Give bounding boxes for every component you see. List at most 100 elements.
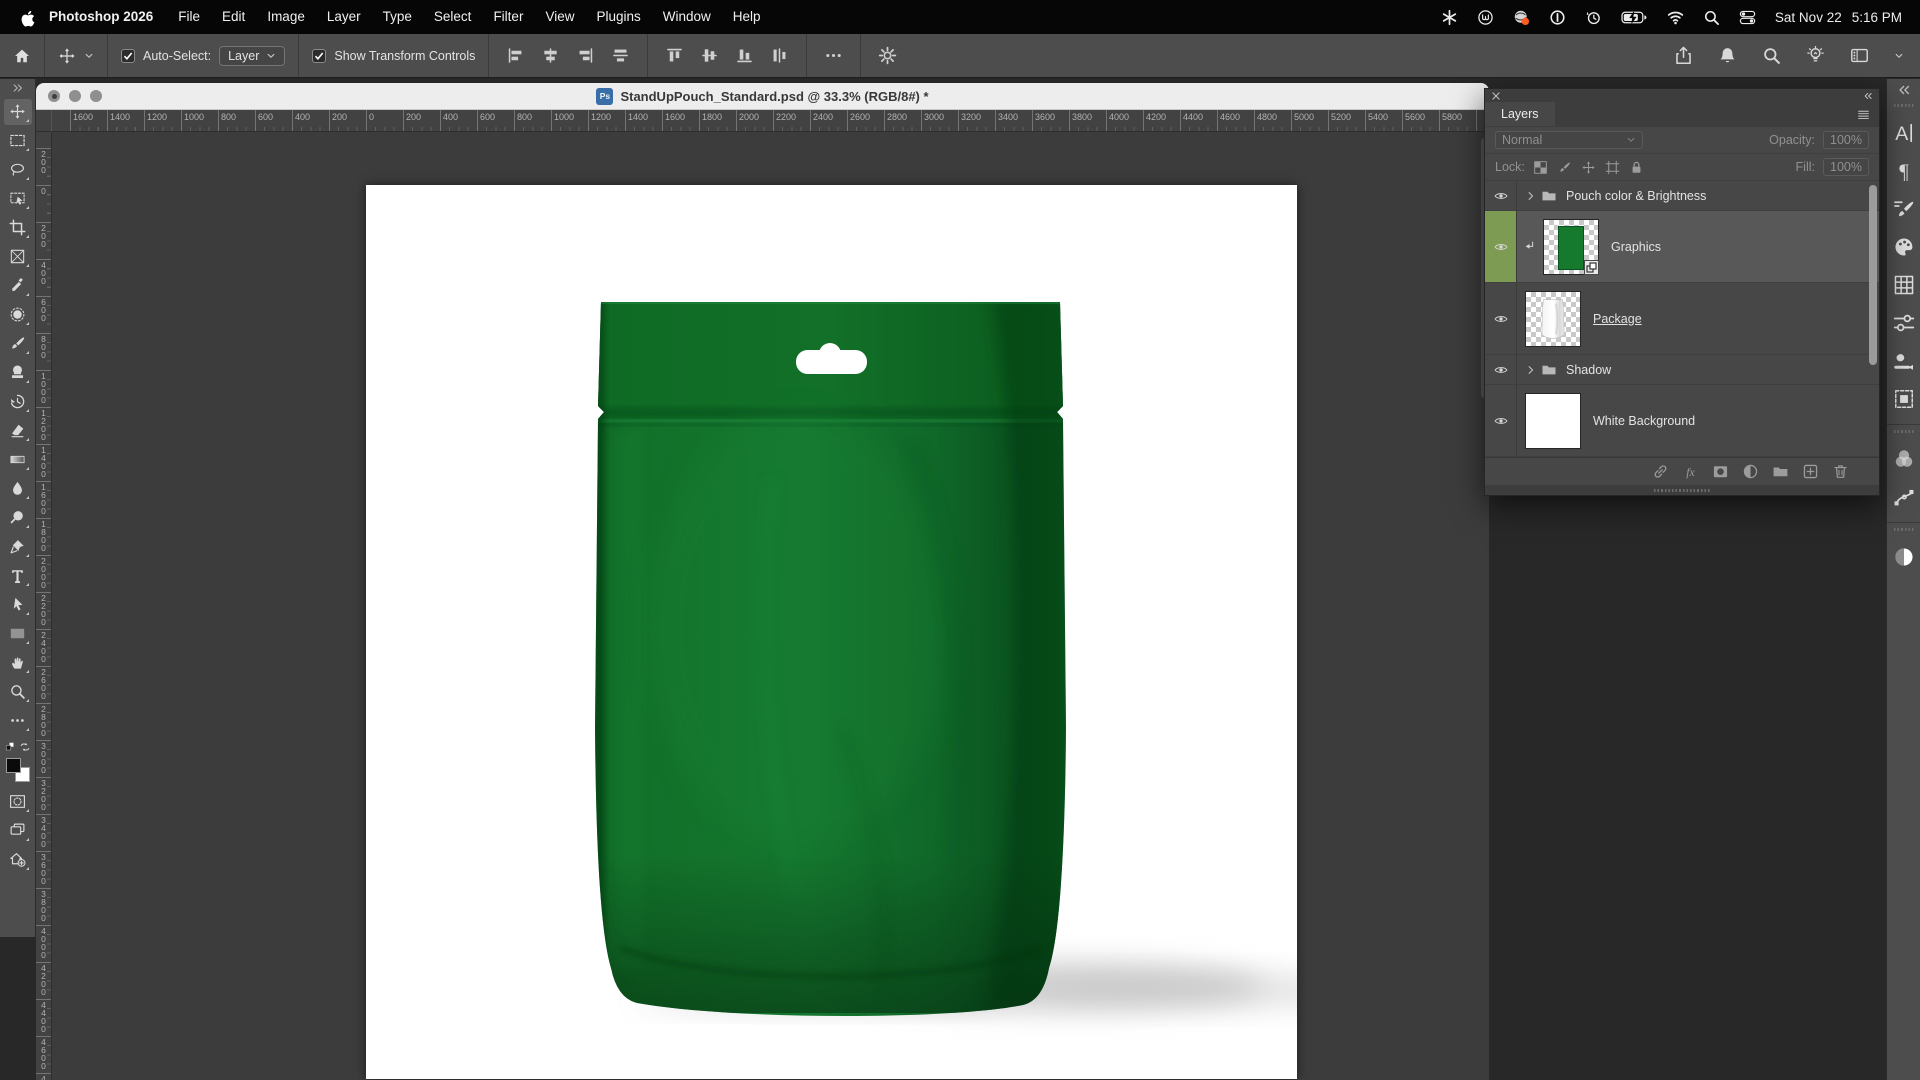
w-badge-icon[interactable] [1477,9,1494,26]
search-icon[interactable] [1762,46,1781,65]
edit-toolbar-tool[interactable] [4,708,32,734]
pasteboard[interactable] [52,132,1489,1080]
time-machine-icon[interactable] [1585,9,1602,26]
spotlight-icon[interactable] [1703,9,1720,26]
power-circle-icon[interactable] [1549,9,1566,26]
menu-item-help[interactable]: Help [722,0,772,34]
lock-transparency-icon[interactable] [1533,160,1548,175]
new-layer-icon[interactable] [1802,463,1819,480]
hand-tool[interactable] [4,650,32,676]
lock-artboard-icon[interactable] [1605,160,1620,175]
zoom-tool[interactable] [4,679,32,705]
move-tool[interactable] [4,99,32,125]
panel-menu-icon[interactable] [1856,108,1871,121]
align-left-icon[interactable] [506,46,525,65]
dodge-tool[interactable] [4,505,32,531]
new-group-icon[interactable] [1772,463,1789,480]
share-icon[interactable] [1674,46,1693,65]
libraries-grid-panel-icon[interactable] [1892,273,1916,297]
channels-panel-icon[interactable] [1892,447,1916,471]
layer-row-white-background[interactable]: White Background [1485,385,1879,457]
lasso-tool[interactable] [4,157,32,183]
menu-item-type[interactable]: Type [372,0,423,34]
share-image-button[interactable] [4,847,32,873]
swap-colors-icon[interactable] [19,741,31,753]
app-menu-title[interactable]: Photoshop 2026 [39,0,167,34]
layer-name[interactable]: Shadow [1566,363,1611,377]
character-panel-icon[interactable]: A [1892,121,1916,145]
link-icon[interactable] [1652,463,1669,480]
apple-icon[interactable] [18,9,35,26]
blend-mode-select[interactable]: Normal [1495,131,1643,149]
wifi-icon[interactable] [1667,9,1684,26]
show-transform-checkbox[interactable] [312,49,326,63]
layer-name[interactable]: Pouch color & Brightness [1566,189,1706,203]
fx-icon[interactable]: fx [1682,463,1699,480]
lock-pixels-icon[interactable] [1557,160,1572,175]
gradient-tool[interactable] [4,447,32,473]
move-tool-icon[interactable] [58,47,76,65]
layer-row-shadow-group[interactable]: Shadow [1485,355,1879,385]
vertical-ruler[interactable]: 2 0 002 0 04 0 06 0 08 0 01 0 0 01 2 0 0… [36,132,52,1080]
brush-tool[interactable] [4,331,32,357]
crop-tool[interactable] [4,215,32,241]
horizontal-ruler[interactable]: 1600140012001000800600400200020040060080… [52,110,1489,132]
menu-item-select[interactable]: Select [423,0,483,34]
layers-scrollbar-thumb[interactable] [1869,185,1877,365]
dock-grip[interactable] [1894,430,1914,433]
foreground-color-swatch[interactable] [6,758,21,773]
align-top-icon[interactable] [665,46,684,65]
disclosure-chevron-icon[interactable] [1525,364,1537,376]
align-center-h-icon[interactable] [541,46,560,65]
menu-item-file[interactable]: File [167,0,211,34]
type-tool[interactable] [4,563,32,589]
auto-select-dropdown[interactable]: Layer [219,46,285,66]
menu-item-plugins[interactable]: Plugins [585,0,651,34]
menu-item-view[interactable]: View [534,0,585,34]
menu-clock[interactable]: Sat Nov 22 5:16 PM [1775,10,1902,25]
visibility-toggle[interactable] [1485,211,1517,282]
home-icon[interactable] [13,47,31,65]
document-tab[interactable]: Ps StandUpPouch_Standard.psd @ 33.3% (RG… [36,83,1489,109]
visibility-toggle[interactable] [1485,181,1517,210]
menu-item-image[interactable]: Image [256,0,316,34]
gradients-panel-icon[interactable] [1892,349,1916,373]
lock-all-icon[interactable] [1629,160,1644,175]
collapse-dock-icon[interactable] [1897,83,1911,97]
align-middle-icon[interactable] [700,46,719,65]
layer-thumbnail[interactable] [1543,219,1599,275]
mask-icon[interactable] [1712,463,1729,480]
discover-lightbulb-icon[interactable] [1806,46,1825,65]
layer-name[interactable]: White Background [1593,414,1695,428]
distribute-v-icon[interactable] [770,46,789,65]
frame-tool[interactable] [4,244,32,270]
rectangular-marquee-tool[interactable] [4,128,32,154]
layer-row-graphics[interactable]: Graphics [1485,211,1879,283]
disclosure-chevron-icon[interactable] [1525,190,1537,202]
battery-icon[interactable] [1621,9,1648,26]
swatches-panel-icon[interactable] [1892,235,1916,259]
layer-row-group[interactable]: Pouch color & Brightness [1485,181,1879,211]
browser-notification-icon[interactable] [1513,9,1530,26]
visibility-toggle[interactable] [1485,355,1517,384]
layer-thumbnail[interactable] [1525,393,1581,449]
screen-mode-button[interactable] [4,818,32,844]
tab-layers[interactable]: Layers [1485,102,1555,126]
chevron-down-icon[interactable] [84,51,94,61]
brush-settings-panel-icon[interactable] [1892,197,1916,221]
paths-panel-icon[interactable] [1892,485,1916,509]
blur-tool[interactable] [4,476,32,502]
history-brush-tool[interactable] [4,389,32,415]
eraser-tool[interactable] [4,418,32,444]
workspace-switcher-icon[interactable] [1850,46,1869,65]
panel-resize-grip[interactable] [1485,485,1879,495]
layer-row-package[interactable]: Package [1485,283,1879,355]
default-swap-colors[interactable] [4,741,31,753]
align-right-icon[interactable] [576,46,595,65]
chevron-down-icon[interactable] [1894,51,1904,61]
control-center-icon[interactable] [1739,9,1756,26]
adjustments-panel-icon[interactable] [1892,545,1916,569]
fill-field[interactable]: 100% [1823,158,1869,176]
align-bottom-icon[interactable] [735,46,754,65]
assistant-icon[interactable] [1441,9,1458,26]
